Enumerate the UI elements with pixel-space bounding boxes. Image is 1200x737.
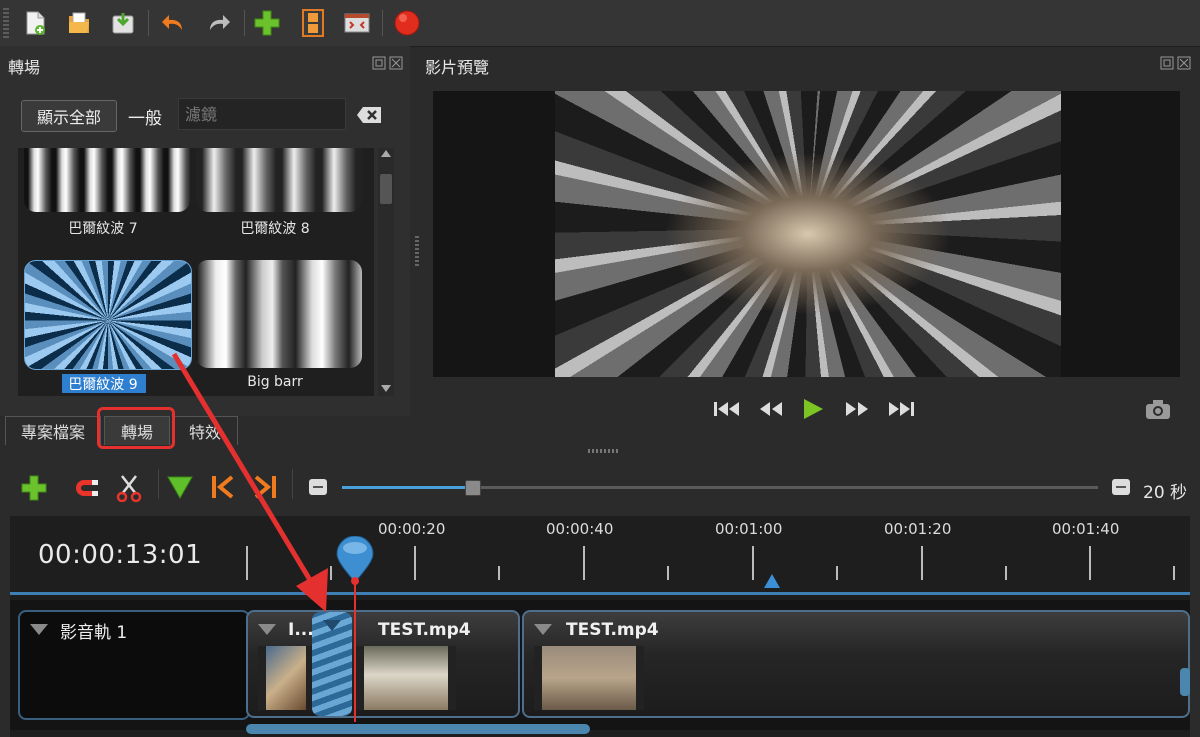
transitions-panel-title: 轉場: [8, 58, 41, 77]
panel-dock-buttons[interactable]: [372, 56, 404, 73]
tab-project-files[interactable]: 專案檔案: [5, 416, 101, 445]
clip-title: TEST.mp4: [378, 620, 471, 640]
filter-input[interactable]: [178, 98, 346, 130]
film-strip-icon[interactable]: [298, 8, 328, 38]
preview-panel-title: 影片預覽: [425, 58, 490, 77]
save-project-icon[interactable]: [108, 8, 138, 38]
ruler-label: 00:01:20: [884, 520, 952, 538]
transition-label: 巴爾紋波 8: [240, 221, 310, 237]
splitter-handle[interactable]: [415, 236, 419, 266]
main-toolbar: [0, 0, 1200, 47]
general-filter-label[interactable]: 一般: [128, 104, 162, 129]
clip-thumbnail: [356, 646, 456, 710]
vertical-scrollbar[interactable]: [1180, 668, 1190, 696]
playhead-line: [354, 580, 356, 722]
toolbar-grip[interactable]: [3, 8, 9, 38]
ruler-tick-major: [414, 546, 416, 580]
zoom-in-icon[interactable]: [1111, 478, 1131, 500]
ruler-label: 00:01:40: [1052, 520, 1120, 538]
fullscreen-icon[interactable]: [342, 8, 372, 38]
video-frame[interactable]: [555, 91, 1061, 377]
zoom-slider-handle[interactable]: [465, 480, 481, 496]
camera-icon[interactable]: [1143, 396, 1173, 422]
clear-filter-icon[interactable]: [356, 106, 382, 124]
rewind-icon[interactable]: [756, 396, 786, 422]
ruler-tick-major: [1089, 546, 1091, 580]
ruler-label: 00:00:20: [378, 520, 446, 538]
ruler-tick-major: [921, 546, 923, 580]
ruler-tick-minor: [836, 566, 838, 580]
timeline-clip[interactable]: TEST.mp4: [522, 610, 1190, 718]
add-track-icon[interactable]: [20, 474, 48, 506]
ruler-tick-minor: [667, 566, 669, 580]
clip-title: TEST.mp4: [566, 620, 659, 640]
chevron-down-icon[interactable]: [534, 624, 552, 635]
transition-label: 巴爾紋波 7: [68, 221, 138, 237]
transition-grid-scrollbar[interactable]: [378, 148, 394, 396]
ruler-tick-major: [752, 546, 754, 580]
clip-thumbnail: [258, 646, 314, 710]
horizontal-scrollbar[interactable]: [246, 724, 590, 734]
new-file-icon[interactable]: [20, 8, 50, 38]
ruler-tick-major: [583, 546, 585, 580]
play-icon[interactable]: [798, 396, 828, 422]
ruler-label: 00:00:40: [546, 520, 614, 538]
snap-magnet-icon[interactable]: [72, 476, 100, 504]
ruler-tick-minor: [1173, 566, 1175, 580]
razor-scissors-icon[interactable]: [116, 474, 142, 506]
annotation-arrow: [171, 352, 328, 612]
ruler-tick-minor: [1005, 566, 1007, 580]
ruler-tick-minor: [498, 566, 500, 580]
redo-icon[interactable]: [204, 8, 234, 38]
open-project-icon[interactable]: [64, 8, 94, 38]
clip-thumbnail: [534, 646, 644, 710]
zoom-slider-fill: [342, 486, 472, 489]
splitter-handle[interactable]: [588, 449, 618, 453]
transition-thumbnail[interactable]: [24, 148, 190, 212]
undo-icon[interactable]: [158, 8, 188, 38]
panel-dock-buttons[interactable]: [1160, 56, 1192, 73]
transition-thumbnail[interactable]: [196, 148, 362, 212]
record-icon[interactable]: [392, 8, 422, 38]
jump-start-icon[interactable]: [712, 396, 742, 422]
zoom-level-label: 20 秒: [1143, 483, 1188, 503]
track-name: 影音軌 1: [60, 623, 128, 643]
ruler-label: 00:01:00: [715, 520, 783, 538]
jump-end-icon[interactable]: [886, 396, 916, 422]
show-all-button[interactable]: 顯示全部: [21, 100, 117, 132]
marker-icon[interactable]: [764, 574, 780, 588]
chevron-down-icon[interactable]: [30, 624, 48, 635]
fast-forward-icon[interactable]: [842, 396, 872, 422]
add-icon[interactable]: [252, 8, 282, 38]
